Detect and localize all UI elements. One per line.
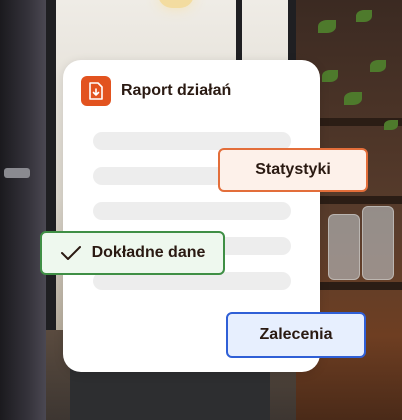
door-handle: [4, 168, 30, 178]
glass-jar: [362, 206, 394, 280]
text-placeholder-line: [93, 202, 291, 220]
window-frame: [46, 0, 56, 330]
document-download-icon: [81, 76, 111, 106]
plant-leaf: [344, 92, 362, 105]
plant-leaf: [322, 70, 338, 82]
plant-leaf: [370, 60, 386, 72]
report-header: Raport działań: [81, 76, 231, 106]
plant-leaf: [356, 10, 372, 22]
plant-leaf: [318, 20, 336, 33]
statistics-chip: Statystyki: [218, 148, 368, 192]
recommendations-chip: Zalecenia: [226, 312, 366, 358]
statistics-label: Statystyki: [255, 161, 331, 178]
checkmark-icon: [60, 246, 81, 260]
glass-jar: [328, 214, 360, 280]
rug: [70, 368, 270, 420]
plant-leaf: [384, 120, 398, 130]
accurate-data-chip: Dokładne dane: [40, 231, 225, 275]
door: [0, 0, 46, 420]
recommendations-label: Zalecenia: [259, 326, 333, 343]
report-title: Raport działań: [121, 82, 232, 99]
accurate-data-label: Dokładne dane: [91, 244, 206, 261]
